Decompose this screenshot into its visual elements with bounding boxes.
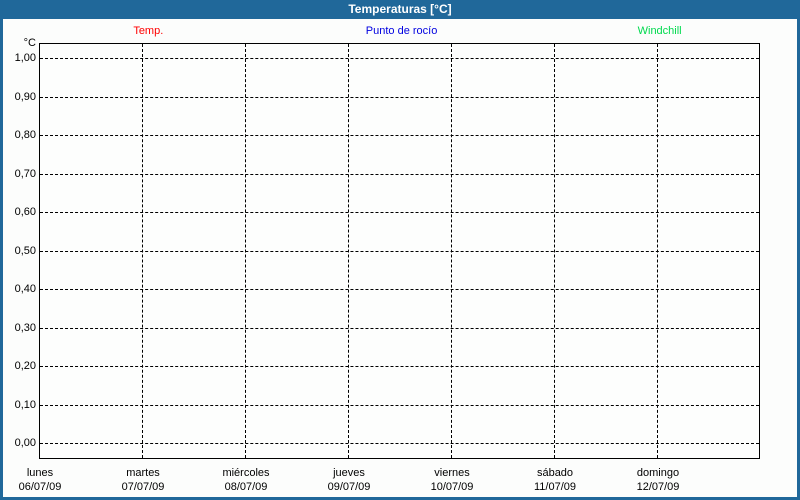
legend-item-punto-de-rocio: Punto de rocío — [365, 25, 438, 37]
x-axis-day-label: martes 07/07/09 — [83, 466, 203, 494]
gridline-vertical — [451, 44, 452, 458]
gridline-horizontal — [40, 135, 759, 136]
y-axis-tick-label: 0,90 — [14, 90, 36, 103]
x-axis-day-name: jueves — [333, 467, 365, 479]
x-axis-day-label: viernes 10/07/09 — [392, 466, 512, 494]
y-axis-tick-label: 0,00 — [14, 437, 36, 449]
y-axis-tick-label: 0,60 — [14, 206, 36, 218]
gridline-horizontal — [40, 404, 759, 406]
x-axis-day-label: domingo 12/07/09 — [598, 466, 718, 494]
y-axis-unit-label: °C — [23, 37, 36, 49]
gridline-horizontal — [40, 250, 759, 252]
gridline-vertical — [554, 44, 555, 458]
legend-item-temp: Temp. — [133, 25, 164, 37]
gridline-vertical — [245, 44, 246, 458]
x-axis-date: 10/07/09 — [430, 481, 474, 493]
legend-item-windchill: Windchill — [637, 25, 682, 37]
gridline-horizontal — [40, 443, 759, 444]
gridline-vertical — [142, 44, 143, 458]
x-axis-date: 11/07/09 — [533, 481, 576, 493]
gridline-horizontal — [40, 289, 759, 290]
gridline-horizontal — [40, 173, 759, 175]
y-axis-tick-label: 0,20 — [14, 360, 36, 372]
gridline-horizontal — [40, 96, 759, 98]
gridline-horizontal — [40, 58, 759, 59]
x-axis-day-name: sábado — [536, 467, 574, 479]
x-axis-date: 12/07/09 — [636, 481, 680, 493]
chart-title: Temperaturas [°C] — [348, 2, 452, 16]
x-axis-day-label: jueves 09/07/09 — [289, 466, 409, 494]
x-axis-date: 09/07/09 — [327, 481, 371, 493]
y-axis-tick-label: 0,50 — [14, 244, 36, 257]
gridline-horizontal — [40, 212, 759, 213]
x-axis-date: 08/07/09 — [224, 481, 268, 493]
plot-area — [39, 43, 760, 459]
gridline-vertical — [657, 44, 658, 458]
x-axis-day-name: miércoles — [222, 467, 270, 479]
x-axis-date: 07/07/09 — [121, 481, 165, 493]
y-axis-tick-label: 0,10 — [14, 398, 36, 411]
x-axis-day-label: sábado 11/07/09 — [495, 466, 615, 494]
y-axis-tick-label: 0,40 — [14, 283, 36, 295]
chart-window: Temperaturas [°C] Temp. Punto de rocío W… — [0, 0, 800, 500]
x-axis-day-name: domingo — [636, 467, 680, 479]
y-axis-tick-label: 0,80 — [14, 129, 36, 141]
x-axis-day-name: martes — [126, 467, 160, 479]
gridline-horizontal — [40, 327, 759, 329]
title-bar: Temperaturas [°C] — [3, 0, 797, 19]
y-axis-tick-label: 1,00 — [14, 52, 36, 64]
x-axis-day-name: viernes — [434, 467, 470, 479]
y-axis-tick-label: 0,30 — [14, 321, 36, 334]
gridline-vertical — [348, 44, 349, 458]
gridline-horizontal — [40, 366, 759, 367]
x-axis-day-label: miércoles 08/07/09 — [186, 466, 306, 494]
y-axis-tick-label: 0,70 — [14, 167, 36, 180]
